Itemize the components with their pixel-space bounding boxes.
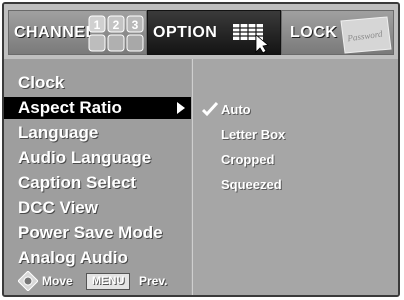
menu-item-label: Power Save Mode — [18, 223, 163, 242]
menu-item-analog-audio[interactable]: Analog Audio — [4, 247, 191, 269]
option-label: Auto — [221, 102, 251, 117]
menu-item-label: Caption Select — [18, 173, 137, 192]
menu-item-power-save-mode[interactable]: Power Save Mode — [4, 222, 191, 244]
keypad-icon: 1 2 3 — [88, 15, 144, 52]
option-letter-box[interactable]: Letter Box — [193, 125, 393, 145]
menu-item-label: Audio Language — [18, 148, 152, 167]
password-paper-icon: Password — [340, 16, 392, 54]
dpad-icon — [18, 271, 38, 291]
tab-channel[interactable]: CHANNEL 1 2 3 — [8, 10, 147, 55]
menu-item-label: DCC View — [18, 198, 98, 217]
menu-item-label: Aspect Ratio — [18, 98, 122, 117]
footer-hints: Move MENU Prev. — [4, 269, 191, 293]
move-hint: Move — [42, 274, 73, 288]
option-label: Cropped — [221, 152, 275, 167]
menu-item-aspect-ratio[interactable]: Aspect Ratio — [4, 97, 191, 119]
tab-option-label: OPTION — [153, 24, 218, 41]
tab-lock-label: LOCK — [290, 24, 338, 41]
tab-option[interactable]: OPTION — [147, 10, 281, 55]
menu-item-audio-language[interactable]: Audio Language — [4, 147, 191, 169]
checkmark-icon — [202, 101, 218, 117]
menu-item-label: Clock — [18, 73, 65, 92]
keypad-digit-2: 2 — [113, 18, 120, 32]
prev-hint: Prev. — [139, 274, 168, 288]
menu-item-language[interactable]: Language — [4, 122, 191, 144]
tv-osd-menu: CHANNEL 1 2 3 OPTION LOCK Password Clock… — [2, 2, 400, 297]
menu-item-dcc-view[interactable]: DCC View — [4, 197, 191, 219]
keypad-digit-3: 3 — [132, 18, 139, 32]
menu-item-clock[interactable]: Clock — [4, 72, 191, 94]
option-squeezed[interactable]: Squeezed — [193, 175, 393, 195]
grid-cursor-icon — [233, 24, 269, 53]
tab-channel-label: CHANNEL — [14, 24, 96, 41]
option-cropped[interactable]: Cropped — [193, 150, 393, 170]
menu-item-label: Language — [18, 123, 99, 142]
option-label: Squeezed — [221, 177, 282, 192]
menu-item-label: Analog Audio — [18, 248, 128, 267]
option-auto[interactable]: Auto — [193, 100, 393, 120]
menu-item-caption-select[interactable]: Caption Select — [4, 172, 191, 194]
tab-lock[interactable]: LOCK Password — [281, 10, 394, 55]
keypad-digit-1: 1 — [94, 18, 101, 32]
menu-key-badge: MENU — [86, 273, 131, 290]
tab-bar: CHANNEL 1 2 3 OPTION LOCK Password — [4, 4, 398, 59]
chevron-right-icon — [177, 102, 185, 114]
option-label: Letter Box — [221, 127, 286, 142]
options-panel: Auto Letter Box Cropped Squeezed — [192, 59, 398, 295]
menu-list: Clock Aspect Ratio Language Audio Langua… — [4, 59, 191, 295]
